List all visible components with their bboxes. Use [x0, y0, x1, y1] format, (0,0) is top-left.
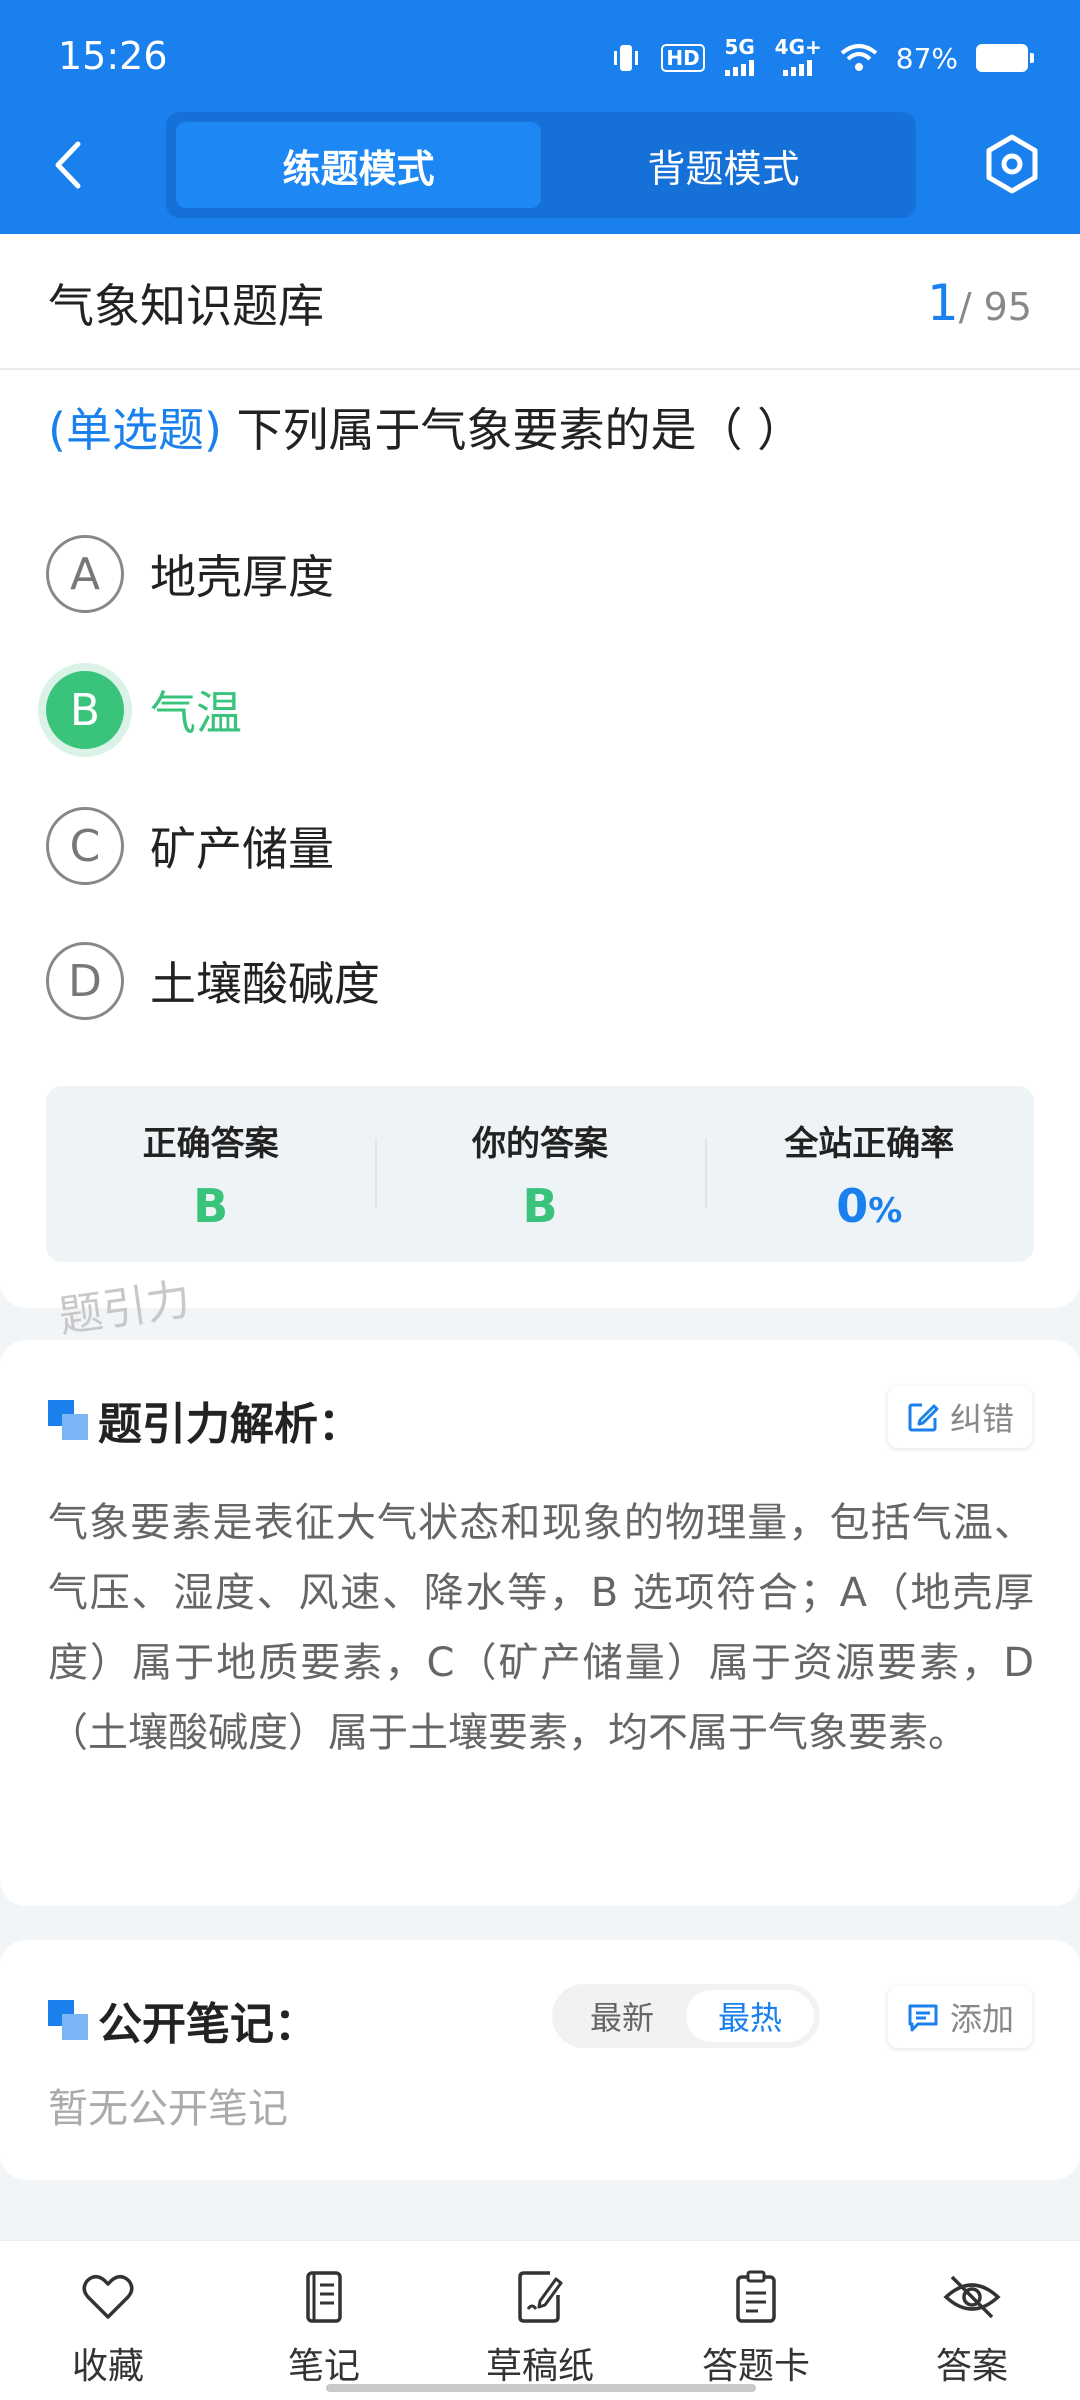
option-c[interactable]: C 矿产储量: [46, 806, 334, 886]
progress-current: 1: [926, 274, 959, 332]
notebook-icon: [306, 2271, 342, 2323]
public-notes-card: 公开笔记： 最新 最热 添加 暂无公开笔记: [0, 1940, 1080, 2180]
option-b[interactable]: B 气温: [46, 670, 242, 750]
status-icons: HD 5G 4G+ 87%: [609, 36, 1034, 80]
comment-icon: [908, 2004, 938, 2032]
question-type: (单选题): [48, 403, 222, 457]
top-header: 15:26 HD 5G 4G+ 87% 练题模式 背题模式: [0, 0, 1080, 234]
vibrate-icon: [614, 45, 639, 71]
nav-notes[interactable]: 笔记: [216, 2241, 432, 2400]
status-time: 15:26: [58, 34, 168, 78]
mode-switch: 练题模式 背题模式: [166, 112, 916, 218]
signal-5g-label: 5G: [724, 35, 755, 59]
question-stem: (单选题) 下列属于气象要素的是（ ）: [48, 394, 803, 460]
notes-empty-text: 暂无公开笔记: [48, 2086, 288, 2132]
chevron-left-icon: [55, 141, 81, 189]
tab-memorize-mode[interactable]: 背题模式: [541, 122, 906, 208]
correct-answer: 正确答案 B: [46, 1086, 375, 1262]
nav-label: 草稿纸: [485, 2346, 594, 2387]
correct-answer-value: B: [193, 1178, 229, 1233]
add-note-button[interactable]: 添加: [887, 1986, 1032, 2048]
wifi-icon: [840, 44, 878, 71]
nav-label: 答案: [935, 2346, 1008, 2387]
analysis-text: 气象要素是表征大气状态和现象的物理量，包括气温、气压、湿度、风速、降水等，B 选…: [48, 1500, 1034, 1756]
question-text: 下列属于气象要素的是（ ）: [221, 403, 804, 457]
signal-4g-label: 4G+: [774, 35, 822, 59]
site-accuracy-label: 全站正确率: [784, 1123, 955, 1164]
bank-row: 气象知识题库 1/ 95: [0, 234, 1080, 370]
your-answer: 你的答案 B: [375, 1086, 704, 1262]
analysis-title: 题引力解析：: [98, 1399, 362, 1450]
answer-summary: 正确答案 B 你的答案 B 全站正确率 0%: [46, 1086, 1034, 1262]
status-bar: 15:26 HD 5G 4G+ 87%: [0, 0, 1080, 110]
eye-off-icon: [943, 2275, 1001, 2319]
bottom-nav: 收藏 笔记 草稿纸 答题卡 答案: [0, 2240, 1080, 2400]
progress-total: / 95: [958, 285, 1032, 329]
notes-sort-toggle: 最新 最热: [552, 1984, 820, 2048]
edit-icon: [908, 1403, 939, 1432]
home-indicator[interactable]: [326, 2384, 756, 2392]
question-bank-title: 气象知识题库: [48, 279, 324, 333]
add-note-label: 添加: [949, 2000, 1014, 2038]
sort-hottest[interactable]: 最热: [686, 1990, 814, 2042]
report-error-button[interactable]: 纠错: [887, 1386, 1032, 1448]
battery-text: 87%: [895, 41, 958, 75]
report-error-label: 纠错: [949, 1400, 1014, 1438]
nav-label: 收藏: [71, 2346, 144, 2387]
option-text: 矿产储量: [150, 822, 334, 876]
heart-icon: [82, 2275, 134, 2319]
question-card: 气象知识题库 1/ 95 (单选题) 下列属于气象要素的是（ ） A 地壳厚度 …: [0, 234, 1080, 1308]
settings-button[interactable]: [980, 132, 1044, 196]
nav-draft-paper[interactable]: 草稿纸: [432, 2241, 648, 2400]
section-marker-icon: [48, 1400, 88, 1440]
nav-show-answer[interactable]: 答案: [864, 2241, 1080, 2400]
option-text: 土壤酸碱度: [150, 957, 380, 1011]
option-d[interactable]: D 土壤酸碱度: [46, 941, 380, 1021]
correct-answer-label: 正确答案: [142, 1123, 279, 1164]
your-answer-value: B: [522, 1178, 558, 1233]
draft-paper-icon: [518, 2271, 563, 2323]
sort-newest[interactable]: 最新: [558, 1990, 686, 2042]
nav-label: 笔记: [287, 2346, 360, 2387]
signal-4g-icon: 4G+: [775, 36, 822, 80]
analysis-card: 题引力解析： 纠错 气象要素是表征大气状态和现象的物理量，包括气温、气压、湿度、…: [0, 1340, 1080, 1906]
nav-label: 答题卡: [701, 2346, 810, 2387]
option-text: 地壳厚度: [150, 550, 334, 604]
option-letter: C: [46, 807, 124, 885]
option-text: 气温: [150, 686, 242, 740]
site-accuracy: 全站正确率 0%: [704, 1086, 1034, 1262]
site-accuracy-value: 0%: [836, 1179, 902, 1233]
hexagon-settings-icon: [986, 134, 1038, 194]
back-button[interactable]: [44, 128, 100, 202]
section-marker-icon: [48, 2000, 88, 2040]
answer-card-icon: [736, 2270, 776, 2323]
tab-practice-mode[interactable]: 练题模式: [176, 122, 541, 208]
option-letter: B: [46, 671, 124, 749]
option-letter: A: [46, 535, 124, 613]
hd-icon: HD: [661, 44, 705, 72]
notes-title: 公开笔记：: [98, 1999, 318, 2050]
site-accuracy-number: 0: [836, 1178, 869, 1233]
site-accuracy-unit: %: [868, 1190, 903, 1231]
signal-5g-icon: 5G: [723, 36, 757, 80]
option-a[interactable]: A 地壳厚度: [46, 534, 334, 614]
battery-icon: [976, 44, 1034, 72]
nav-favorite[interactable]: 收藏: [0, 2241, 216, 2400]
question-progress: 1/ 95: [927, 274, 1032, 332]
your-answer-label: 你的答案: [471, 1123, 608, 1164]
nav-answer-card[interactable]: 答题卡: [648, 2241, 864, 2400]
option-letter: D: [46, 942, 124, 1020]
